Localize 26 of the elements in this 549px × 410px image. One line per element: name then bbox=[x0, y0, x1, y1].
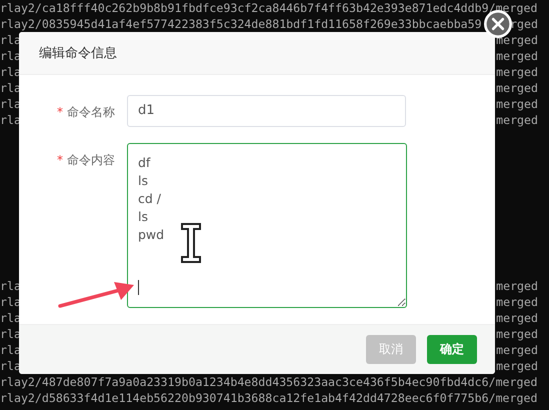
terminal-line: merged bbox=[496, 32, 538, 48]
terminal-line: merged bbox=[496, 80, 538, 96]
required-mark: * bbox=[57, 152, 63, 167]
terminal-line: merged bbox=[496, 48, 538, 64]
name-input[interactable]: d1 bbox=[127, 94, 406, 127]
terminal-line: rlay2/487de807f7a9a0a23319b0a1234b4e8dd4356323aac3ce436f5b4ec90fbd4dc6/merged bbox=[0, 374, 538, 390]
text-caret bbox=[138, 280, 139, 295]
terminal-line: merged bbox=[496, 64, 538, 80]
terminal-line: merged bbox=[496, 278, 538, 294]
terminal-line: merged bbox=[496, 112, 538, 128]
terminal-line: merged bbox=[496, 310, 538, 326]
dialog-title: 编辑命令信息 bbox=[39, 44, 117, 62]
required-mark: * bbox=[57, 104, 63, 119]
terminal-line: merged bbox=[496, 358, 538, 374]
terminal-line: merged bbox=[496, 342, 538, 358]
content-textarea[interactable]: df ls cd / ls pwd bbox=[127, 142, 407, 308]
terminal-line: rged bbox=[510, 16, 538, 32]
text-cursor-icon bbox=[180, 222, 202, 264]
terminal-line: rlay2/ca18fff40c262b9b8b91fbdfce93cf2ca8446b7f4ff63b42e393e871edc4ddb9/merged bbox=[0, 0, 538, 16]
field-label: 命令名称 bbox=[67, 104, 115, 119]
terminal-line: merged bbox=[496, 294, 538, 310]
terminal-line: rlay2/d58633f4d1e114eb56220b930741b3688ca12fe1ab4f42dd4728eec6f0f775b6/merged bbox=[0, 390, 538, 406]
terminal-line: merged bbox=[496, 326, 538, 342]
terminal-line: merged bbox=[496, 96, 538, 112]
field-label: 命令内容 bbox=[67, 152, 115, 167]
terminal-line: rlay2/0835945d41af4ef577422383f5c324de881bdf1fd11658f269e33bbcaebba59 bbox=[0, 16, 482, 32]
